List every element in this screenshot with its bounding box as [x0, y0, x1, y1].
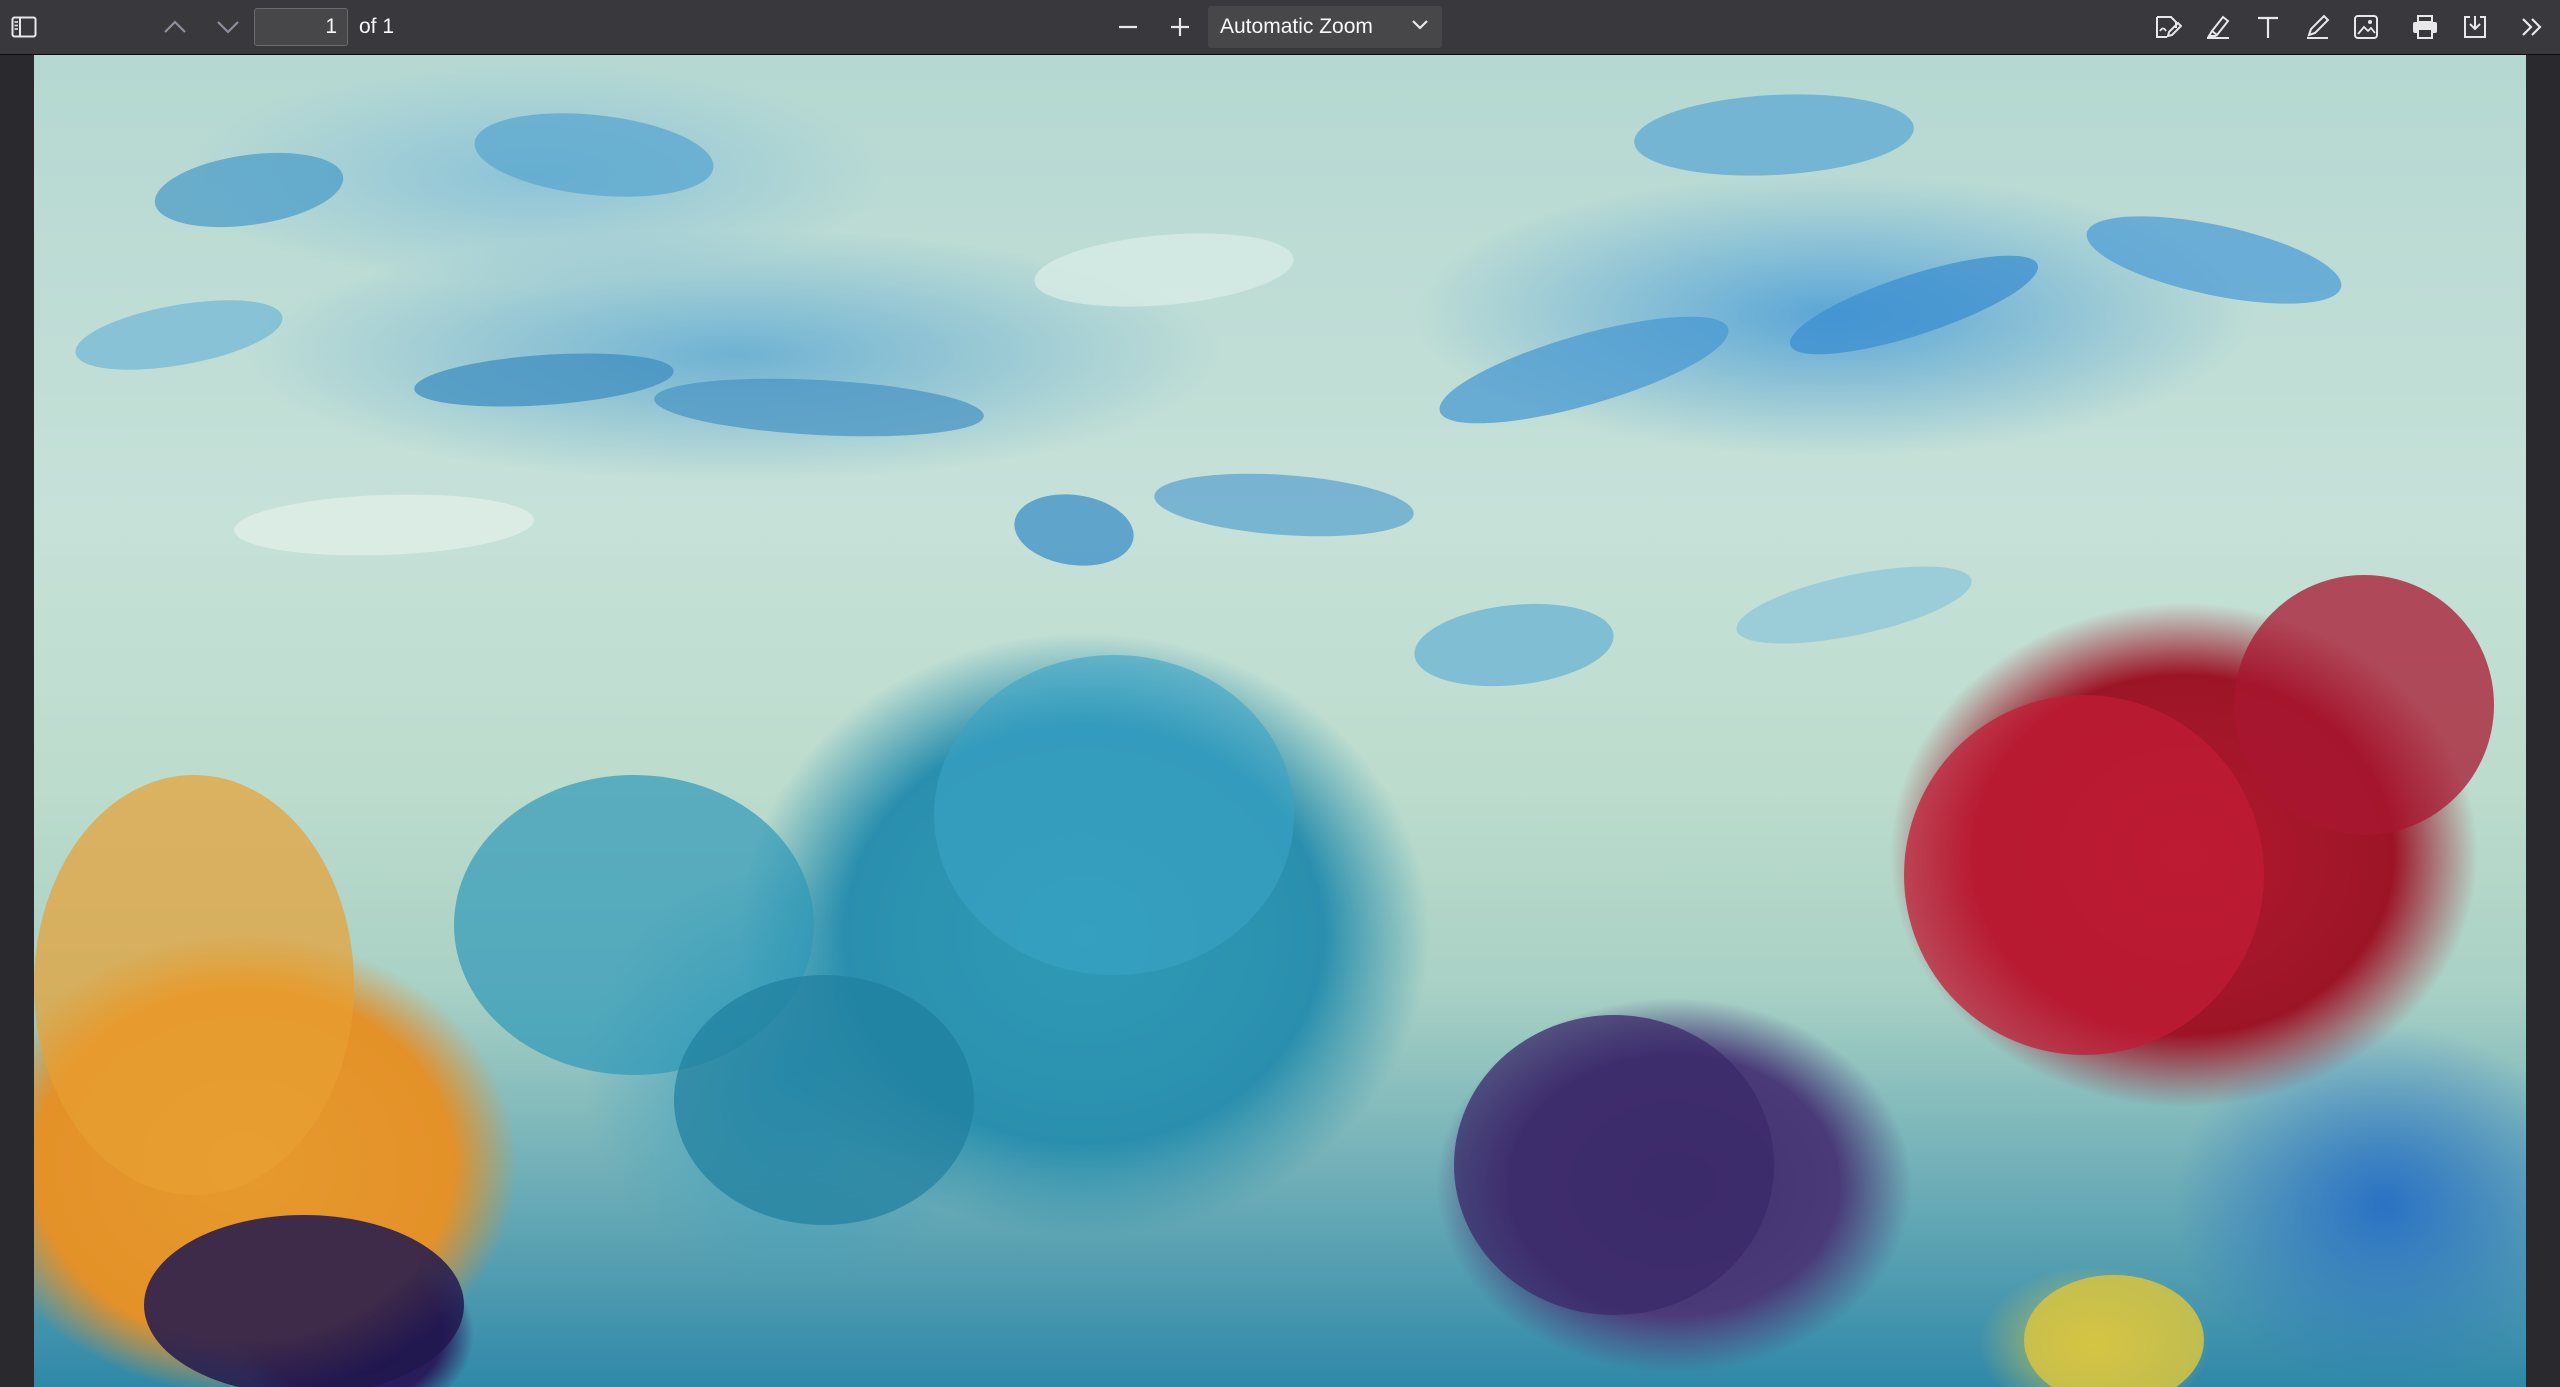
- print-button[interactable]: [2407, 9, 2443, 45]
- painting-image: [34, 55, 2526, 1387]
- document-viewer[interactable]: [0, 55, 2560, 1387]
- zoom-out-button[interactable]: [1110, 9, 1146, 45]
- more-tools-icon: [2520, 16, 2544, 38]
- plus-icon: [1169, 16, 1191, 38]
- page-number-input[interactable]: [254, 8, 348, 46]
- draw-icon: [2304, 14, 2332, 40]
- more-tools-button[interactable]: [2514, 9, 2550, 45]
- chevron-down-icon: [1410, 18, 1430, 36]
- toolbar: of 1 Automatic Zoom: [0, 0, 2560, 55]
- chevron-down-icon: [216, 20, 240, 34]
- page-count-label: of 1: [359, 15, 395, 38]
- image-button[interactable]: [2348, 9, 2384, 45]
- draw-button[interactable]: [2300, 9, 2336, 45]
- edit-pdf-icon: [2154, 14, 2182, 40]
- minus-icon: [1117, 16, 1139, 38]
- highlight-button[interactable]: [2200, 9, 2236, 45]
- highlight-icon: [2204, 14, 2232, 40]
- text-button[interactable]: [2250, 9, 2286, 45]
- sidebar-icon: [11, 16, 37, 38]
- next-page-button[interactable]: [210, 9, 246, 45]
- previous-page-button[interactable]: [157, 9, 193, 45]
- sidebar-toggle-button[interactable]: [6, 9, 42, 45]
- zoom-in-button[interactable]: [1162, 9, 1198, 45]
- text-icon: [2255, 14, 2281, 40]
- zoom-select[interactable]: Automatic Zoom: [1208, 6, 1442, 48]
- edit-pdf-button[interactable]: [2150, 9, 2186, 45]
- save-button[interactable]: [2457, 9, 2493, 45]
- image-icon: [2353, 14, 2379, 40]
- chevron-up-icon: [163, 20, 187, 34]
- print-icon: [2411, 14, 2439, 40]
- zoom-value: Automatic Zoom: [1220, 15, 1373, 38]
- save-icon: [2461, 14, 2489, 40]
